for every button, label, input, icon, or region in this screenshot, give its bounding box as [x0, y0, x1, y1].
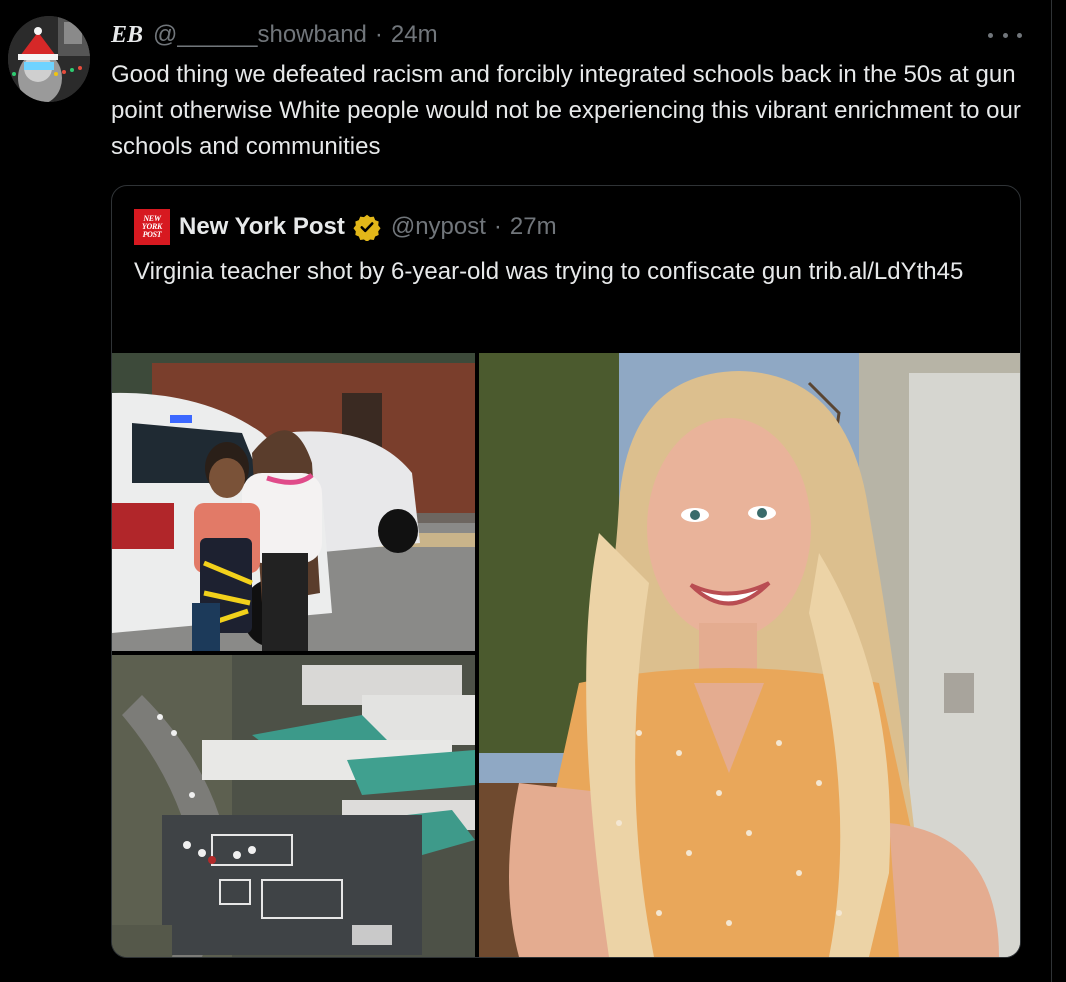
school-aerial-photo[interactable] [112, 655, 475, 957]
quoted-separator: · [493, 213, 502, 240]
quoted-tweet-header: NEW YORK POST New York Post @nypost · 27… [134, 209, 557, 245]
quoted-timestamp[interactable]: 27m [510, 213, 557, 241]
more-dot-icon [1017, 32, 1022, 38]
quoted-tweet[interactable]: NEW YORK POST New York Post @nypost · 27… [111, 185, 1021, 958]
user-handle[interactable]: @______showband [153, 21, 367, 49]
tweet-header: EB @______showband · 24m [111, 20, 438, 50]
user-avatar-icon [8, 16, 90, 102]
quoted-handle[interactable]: @nypost [391, 213, 486, 241]
nypost-logo-icon[interactable]: NEW YORK POST [134, 209, 170, 245]
quoted-display-name[interactable]: New York Post [179, 213, 345, 241]
media-grid [112, 353, 1020, 957]
column-divider [1051, 0, 1052, 982]
display-name[interactable]: EB [111, 22, 143, 49]
header-separator: · [374, 21, 383, 48]
more-options-button[interactable] [988, 26, 1022, 44]
teacher-portrait-photo[interactable] [479, 353, 1020, 957]
more-dot-icon [988, 32, 993, 38]
avatar[interactable] [8, 16, 90, 102]
tweet-timestamp[interactable]: 24m [391, 21, 438, 49]
logo-line: POST [142, 230, 162, 239]
verified-badge-icon [353, 214, 381, 241]
police-scene-photo[interactable] [112, 353, 475, 651]
tweet-text: Good thing we defeated racism and forcib… [111, 61, 1021, 160]
quoted-tweet-text: Virginia teacher shot by 6-year-old was … [134, 258, 964, 285]
more-dot-icon [1002, 32, 1008, 38]
tweet[interactable]: EB @______showband · 24m Good thing we d… [0, 0, 1051, 982]
